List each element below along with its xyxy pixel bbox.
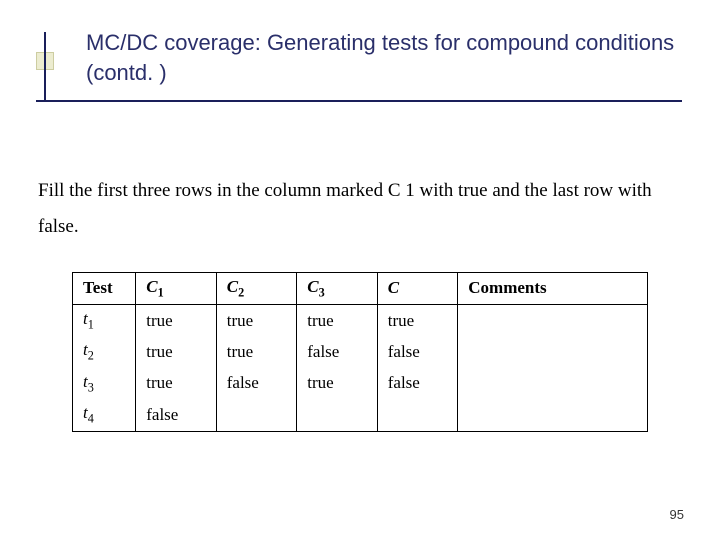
cell-c: false bbox=[377, 368, 458, 399]
col-header-c: C bbox=[377, 272, 458, 304]
table-row: t4 false bbox=[73, 399, 648, 431]
title-vertical-rule bbox=[44, 32, 46, 100]
cell-test: t2 bbox=[73, 336, 136, 367]
slide-title: MC/DC coverage: Generating tests for com… bbox=[86, 28, 682, 87]
slide: MC/DC coverage: Generating tests for com… bbox=[0, 0, 720, 540]
cell-c2: true bbox=[216, 336, 297, 367]
col-header-c3: C3 bbox=[297, 272, 378, 304]
cell-c: true bbox=[377, 304, 458, 336]
truth-table: Test C1 C2 C3 C Comments t1 true true tr… bbox=[72, 272, 648, 432]
cell-c3: false bbox=[297, 336, 378, 367]
table-row: t1 true true true true bbox=[73, 304, 648, 336]
truth-table-wrap: Test C1 C2 C3 C Comments t1 true true tr… bbox=[38, 272, 682, 432]
cell-comments bbox=[458, 336, 648, 367]
cell-c3: true bbox=[297, 304, 378, 336]
cell-c2: false bbox=[216, 368, 297, 399]
table-header-row: Test C1 C2 C3 C Comments bbox=[73, 272, 648, 304]
title-underline bbox=[36, 100, 682, 102]
col-header-test: Test bbox=[73, 272, 136, 304]
cell-c3 bbox=[297, 399, 378, 431]
cell-comments bbox=[458, 399, 648, 431]
cell-c: false bbox=[377, 336, 458, 367]
cell-c bbox=[377, 399, 458, 431]
cell-c1: true bbox=[136, 336, 217, 367]
table-row: t2 true true false false bbox=[73, 336, 648, 367]
cell-c1: true bbox=[136, 304, 217, 336]
col-header-c2: C2 bbox=[216, 272, 297, 304]
cell-c1: true bbox=[136, 368, 217, 399]
cell-test: t4 bbox=[73, 399, 136, 431]
col-header-comments: Comments bbox=[458, 272, 648, 304]
body-paragraph: Fill the first three rows in the column … bbox=[38, 173, 682, 245]
col-header-c1: C1 bbox=[136, 272, 217, 304]
cell-c3: true bbox=[297, 368, 378, 399]
cell-test: t1 bbox=[73, 304, 136, 336]
title-block: MC/DC coverage: Generating tests for com… bbox=[86, 28, 682, 101]
page-number: 95 bbox=[670, 507, 684, 522]
cell-comments bbox=[458, 368, 648, 399]
body: Fill the first three rows in the column … bbox=[38, 173, 682, 431]
cell-c2: true bbox=[216, 304, 297, 336]
cell-c2 bbox=[216, 399, 297, 431]
cell-comments bbox=[458, 304, 648, 336]
cell-c1: false bbox=[136, 399, 217, 431]
table-row: t3 true false true false bbox=[73, 368, 648, 399]
cell-test: t3 bbox=[73, 368, 136, 399]
